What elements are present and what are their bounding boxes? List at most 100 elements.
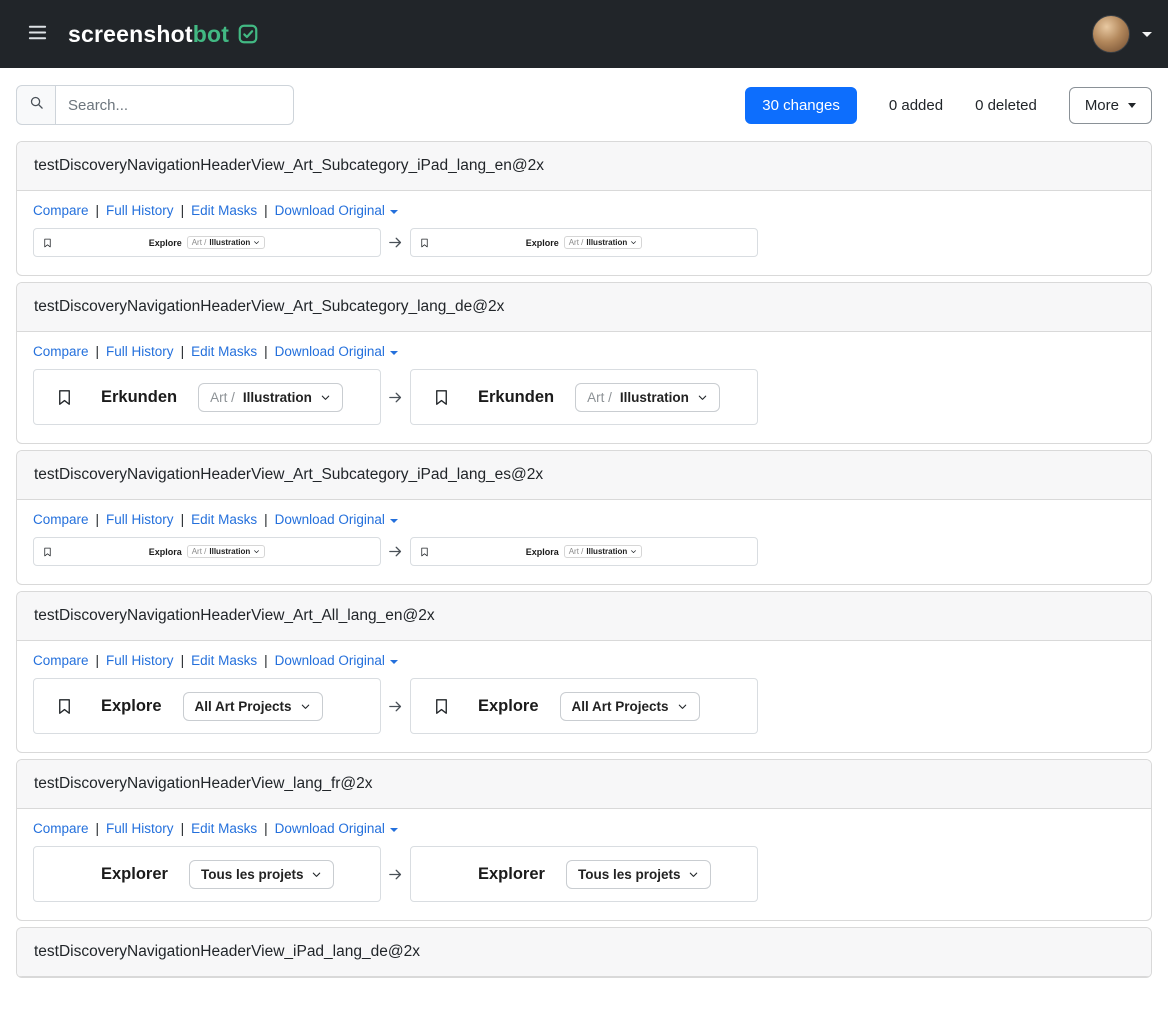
screenshot-after[interactable]: Explore All Art Projects — [410, 678, 758, 734]
screenshot-title-text: Explore — [149, 238, 182, 248]
test-card-header: testDiscoveryNavigationHeaderView_Art_Al… — [17, 592, 1151, 641]
category-chip: Tous les projets — [189, 860, 335, 889]
compare-link[interactable]: Compare — [33, 512, 89, 527]
screenshot-title-text: Erkunden — [478, 388, 554, 407]
download-original-link[interactable]: Download Original — [275, 512, 398, 527]
download-original-link[interactable]: Download Original — [275, 821, 398, 836]
chevron-down-icon — [390, 351, 398, 355]
card-links: Compare | Full History | Edit Masks | Do… — [33, 821, 1135, 836]
search-button[interactable] — [16, 85, 56, 125]
link-separator: | — [96, 653, 100, 668]
link-separator: | — [181, 344, 185, 359]
full-history-link[interactable]: Full History — [106, 512, 174, 527]
account-menu-toggle[interactable] — [1092, 15, 1152, 53]
link-separator: | — [96, 821, 100, 836]
more-button[interactable]: More — [1069, 87, 1152, 124]
report-toolbar: 30 changes 0 added 0 deleted More — [0, 68, 1168, 125]
bookmark-icon — [432, 696, 451, 717]
full-history-link[interactable]: Full History — [106, 203, 174, 218]
download-original-link[interactable]: Download Original — [275, 653, 398, 668]
test-title: testDiscoveryNavigationHeaderView_lang_f… — [34, 773, 1134, 795]
edit-masks-link[interactable]: Edit Masks — [191, 653, 257, 668]
screenshot-before[interactable]: Explore All Art Projects — [33, 678, 381, 734]
test-card: testDiscoveryNavigationHeaderView_Art_Su… — [16, 141, 1152, 276]
category-chip: Art /Illustration — [564, 545, 643, 558]
category-chip: Art /Illustration — [187, 545, 266, 558]
chevron-down-icon — [630, 239, 637, 246]
menu-button[interactable] — [16, 13, 58, 55]
link-separator: | — [264, 203, 268, 218]
link-separator: | — [96, 512, 100, 527]
toolbar-actions: 30 changes 0 added 0 deleted More — [745, 87, 1152, 124]
screenshot-before[interactable]: Erkunden Art /Illustration — [33, 369, 381, 425]
screenshot-after[interactable]: Explorer Tous les projets — [410, 846, 758, 902]
download-original-link[interactable]: Download Original — [275, 203, 398, 218]
screenshot-after[interactable]: Explora Art /Illustration — [410, 537, 758, 566]
bookmark-icon — [419, 237, 430, 248]
link-separator: | — [181, 821, 185, 836]
link-separator: | — [181, 653, 185, 668]
full-history-link[interactable]: Full History — [106, 653, 174, 668]
link-separator: | — [264, 821, 268, 836]
test-card-header: testDiscoveryNavigationHeaderView_lang_f… — [17, 760, 1151, 809]
test-card-body: Compare | Full History | Edit Masks | Do… — [17, 641, 1151, 752]
link-separator: | — [264, 653, 268, 668]
search-group — [16, 85, 294, 125]
screenshot-after[interactable]: Erkunden Art /Illustration — [410, 369, 758, 425]
compare-link[interactable]: Compare — [33, 653, 89, 668]
arrow-right-icon — [387, 698, 404, 715]
screenshot-before[interactable]: Explora Art /Illustration — [33, 537, 381, 566]
screenshot-title-text: Explore — [478, 697, 539, 716]
screenshot-pair: Explorer Tous les projets Explorer T — [33, 846, 1135, 902]
screenshot-pair: Explora Art /Illustration Explora Ar — [33, 537, 1135, 566]
test-card: testDiscoveryNavigationHeaderView_iPad_l… — [16, 927, 1152, 978]
test-card-header: testDiscoveryNavigationHeaderView_Art_Su… — [17, 451, 1151, 500]
compare-link[interactable]: Compare — [33, 344, 89, 359]
link-separator: | — [264, 344, 268, 359]
compare-link[interactable]: Compare — [33, 203, 89, 218]
screenshot-title-text: Explore — [526, 238, 559, 248]
avatar-caret-icon — [1142, 32, 1152, 37]
test-title: testDiscoveryNavigationHeaderView_Art_Su… — [34, 296, 1134, 318]
chevron-down-icon — [630, 548, 637, 555]
chevron-down-icon — [300, 701, 311, 712]
full-history-link[interactable]: Full History — [106, 821, 174, 836]
screenshot-title-text: Explorer — [101, 865, 168, 884]
brand-wordmark: screenshotbot — [68, 21, 229, 48]
edit-masks-link[interactable]: Edit Masks — [191, 344, 257, 359]
arrow-right-icon — [387, 543, 404, 560]
test-title: testDiscoveryNavigationHeaderView_Art_Su… — [34, 155, 1134, 177]
screenshot-after[interactable]: Explore Art /Illustration — [410, 228, 758, 257]
edit-masks-link[interactable]: Edit Masks — [191, 512, 257, 527]
brand-check-icon — [237, 23, 259, 45]
category-chip: Art /Illustration — [198, 383, 343, 412]
bookmark-icon — [419, 546, 430, 557]
chevron-down-icon — [697, 392, 708, 403]
top-navbar: screenshotbot — [0, 0, 1168, 68]
screenshot-title-text: Explora — [149, 547, 182, 557]
category-chip: Tous les projets — [566, 860, 712, 889]
full-history-link[interactable]: Full History — [106, 344, 174, 359]
added-link[interactable]: 0 added — [889, 97, 943, 114]
card-links: Compare | Full History | Edit Masks | Do… — [33, 203, 1135, 218]
screenshot-before[interactable]: Explore Art /Illustration — [33, 228, 381, 257]
bookmark-icon — [42, 546, 53, 557]
chevron-down-icon — [390, 210, 398, 214]
search-input[interactable] — [56, 85, 294, 125]
chevron-down-icon — [677, 701, 688, 712]
compare-link[interactable]: Compare — [33, 821, 89, 836]
arrow-right-icon — [387, 389, 404, 406]
deleted-link[interactable]: 0 deleted — [975, 97, 1037, 114]
changes-button[interactable]: 30 changes — [745, 87, 857, 124]
screenshot-pair: Erkunden Art /Illustration Erkunden — [33, 369, 1135, 425]
test-card-header: testDiscoveryNavigationHeaderView_Art_Su… — [17, 283, 1151, 332]
edit-masks-link[interactable]: Edit Masks — [191, 821, 257, 836]
brand-logo[interactable]: screenshotbot — [68, 21, 259, 48]
download-original-link[interactable]: Download Original — [275, 344, 398, 359]
avatar — [1092, 15, 1130, 53]
screenshot-before[interactable]: Explorer Tous les projets — [33, 846, 381, 902]
screenshot-pair: Explore All Art Projects Explore All — [33, 678, 1135, 734]
category-chip: Art /Illustration — [575, 383, 720, 412]
test-card-body: Compare | Full History | Edit Masks | Do… — [17, 809, 1151, 920]
edit-masks-link[interactable]: Edit Masks — [191, 203, 257, 218]
